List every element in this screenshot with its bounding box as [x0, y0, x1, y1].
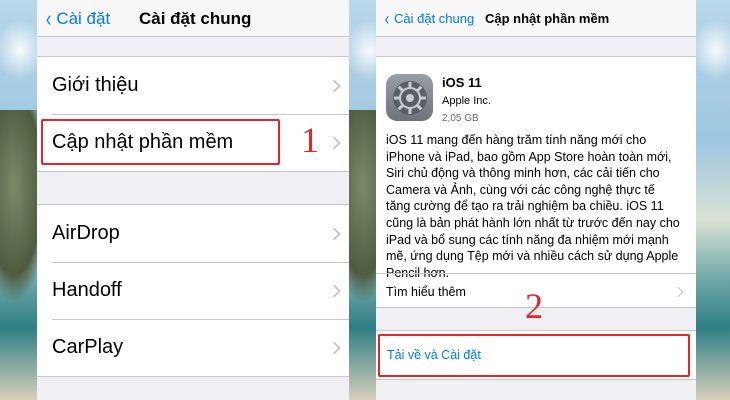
download-and-install-button[interactable]: Tải về và Cài đặt	[376, 330, 696, 380]
settings-item-label: Cập nhật phần mềm	[52, 131, 234, 153]
settings-group-connectivity: AirDrop Handoff CarPlay	[37, 204, 349, 377]
background-image-middle	[349, 0, 376, 400]
settings-gear-icon	[386, 74, 433, 121]
chevron-left-icon: ‹	[384, 8, 390, 29]
chevron-right-icon	[328, 79, 341, 92]
update-description: iOS 11 mang đến hàng trăm tính năng mới …	[386, 133, 680, 280]
settings-item-about[interactable]: Giới thiệu	[37, 57, 349, 114]
chevron-right-icon	[328, 136, 341, 149]
background-image-left	[0, 0, 37, 400]
update-name: iOS 11	[442, 75, 482, 90]
navigation-bar: ‹ Cài đặt chung Cập nhật phần mềm	[376, 0, 696, 37]
chevron-right-icon	[328, 341, 341, 354]
settings-item-airdrop[interactable]: AirDrop	[37, 205, 349, 262]
settings-item-handoff[interactable]: Handoff	[37, 262, 349, 319]
back-button[interactable]: ‹ Cài đặt chung	[384, 0, 474, 37]
chevron-right-icon	[328, 284, 341, 297]
step-marker-2: 2	[525, 286, 543, 326]
settings-item-label: Handoff	[52, 279, 122, 301]
step-marker-1: 1	[301, 120, 319, 160]
background-image-right	[696, 0, 730, 400]
chevron-right-icon	[328, 227, 341, 240]
software-update-screen: ‹ Cài đặt chung Cập nhật phần mềm iOS 11…	[376, 0, 696, 400]
settings-item-carplay[interactable]: CarPlay	[37, 319, 349, 376]
back-label: Cài đặt	[56, 8, 111, 28]
learn-more-label: Tìm hiểu thêm	[386, 284, 466, 299]
chevron-right-icon	[673, 286, 684, 297]
download-and-install-label: Tải về và Cài đặt	[387, 348, 481, 362]
update-vendor: Apple Inc.	[442, 95, 491, 107]
back-button[interactable]: ‹ Cài đặt	[45, 0, 110, 37]
page-title: Cập nhật phần mềm	[485, 11, 610, 26]
update-info-card: iOS 11 Apple Inc. 2,05 GB iOS 11 mang đế…	[376, 56, 696, 308]
page-title: Cài đặt chung	[139, 8, 252, 28]
settings-item-label: AirDrop	[52, 222, 120, 244]
settings-item-label: Giới thiệu	[52, 74, 139, 96]
navigation-bar: ‹ Cài đặt Cài đặt chung	[37, 0, 349, 37]
back-label: Cài đặt chung	[394, 11, 475, 26]
chevron-left-icon: ‹	[45, 5, 52, 31]
settings-item-label: CarPlay	[52, 336, 124, 358]
general-settings-screen: ‹ Cài đặt Cài đặt chung Giới thiệu Cập n…	[37, 0, 349, 400]
update-size: 2,05 GB	[442, 113, 479, 124]
